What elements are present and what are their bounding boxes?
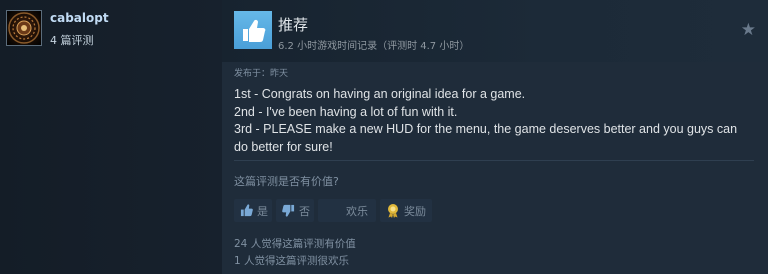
- author-review-count[interactable]: 4 篇评测: [50, 32, 94, 48]
- posted-date: 发布于：昨天: [234, 69, 289, 79]
- funny-tally: 1 人觉得这篇评测很欢乐: [234, 255, 350, 267]
- award-button[interactable]: 奖励: [380, 199, 432, 222]
- review-line: 2nd - I've been having a lot of fun with…: [234, 104, 458, 119]
- vote-no-label: 否: [299, 204, 310, 218]
- thumbs-up-icon: [240, 204, 253, 217]
- helpful-tally: 24 人觉得这篇评测有价值: [234, 238, 356, 250]
- vote-yes-button[interactable]: 是: [234, 199, 272, 222]
- review-panel: 推荐 6.2 小时游戏时间记录（评测时 4.7 小时） ★ 发布于：昨天 1st…: [222, 0, 768, 274]
- thumbs-up-icon: [234, 11, 272, 49]
- award-label: 奖励: [404, 204, 426, 218]
- review-line: 3rd - PLEASE make a new HUD for the menu…: [234, 122, 738, 154]
- review-verdict: 推荐: [278, 16, 309, 34]
- star-icon[interactable]: ★: [741, 22, 756, 39]
- vote-no-button[interactable]: 否: [276, 199, 314, 222]
- author-username[interactable]: cabalopt: [50, 11, 109, 25]
- avatar[interactable]: [6, 10, 42, 46]
- thumbs-down-icon: [282, 204, 295, 217]
- award-medal-icon: [388, 204, 398, 218]
- avatar-emblem-icon: [8, 12, 40, 44]
- review-line: 1st - Congrats on having an original ide…: [234, 87, 526, 101]
- vote-funny-label: 欢乐: [346, 204, 368, 218]
- vote-funny-button[interactable]: 欢乐: [318, 199, 376, 222]
- review-header[interactable]: 推荐 6.2 小时游戏时间记录（评测时 4.7 小时） ★: [222, 0, 768, 62]
- author-panel: cabalopt 4 篇评测: [0, 0, 222, 274]
- helpful-question: 这篇评测是否有价值?: [234, 175, 339, 188]
- review-body: 1st - Congrats on having an original ide…: [234, 86, 754, 156]
- review-hours: 6.2 小时游戏时间记录（评测时 4.7 小时）: [278, 41, 470, 52]
- vote-yes-label: 是: [257, 204, 268, 218]
- divider: [234, 160, 754, 161]
